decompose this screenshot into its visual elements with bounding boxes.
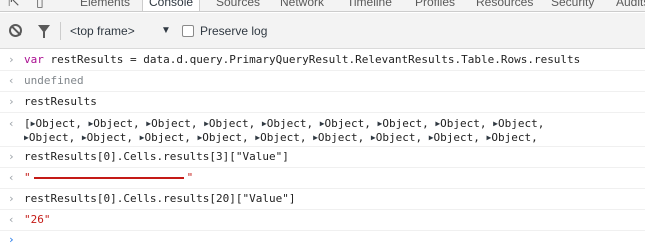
result-chevron-icon: ‹ — [8, 213, 15, 226]
expand-triangle-icon[interactable]: ▶ — [31, 119, 36, 128]
object-preview[interactable]: Object, — [151, 117, 204, 130]
console-result-line: ‹ undefined — [0, 71, 645, 92]
command-text[interactable]: restResults — [24, 95, 97, 108]
quote-close: " — [186, 171, 194, 184]
expand-triangle-icon[interactable]: ▶ — [262, 119, 267, 128]
object-array-row-2[interactable]: ▶Object, ▶Object, ▶Object, ▶Object, ▶Obj… — [24, 131, 538, 144]
object-preview[interactable]: Object, — [35, 117, 88, 130]
prompt-chevron-icon: › — [8, 53, 15, 66]
expand-triangle-icon[interactable]: ▶ — [197, 133, 202, 142]
object-preview[interactable]: Object, — [29, 131, 82, 144]
tab-timeline[interactable]: Timeline — [347, 0, 392, 11]
tab-network[interactable]: Network — [280, 0, 324, 11]
console-toolbar: <top frame> ▼ Preserve log — [0, 13, 645, 49]
keyword: var — [24, 53, 44, 66]
object-preview[interactable]: Object, — [144, 131, 197, 144]
tab-sources[interactable]: Sources — [216, 0, 260, 11]
tab-audits[interactable]: Audits — [616, 0, 645, 11]
tab-profiles[interactable]: Profiles — [415, 0, 455, 11]
console-result-line: ‹ " " — [0, 168, 645, 189]
redaction-mark — [33, 177, 184, 179]
expand-triangle-icon[interactable]: ▶ — [435, 119, 440, 128]
object-preview[interactable]: Object, — [325, 117, 378, 130]
expand-triangle-icon[interactable]: ▶ — [429, 133, 434, 142]
object-preview[interactable]: Object, — [260, 131, 313, 144]
result-chevron-icon: ‹ — [8, 117, 15, 130]
expand-triangle-icon[interactable]: ▶ — [371, 133, 376, 142]
device-mode-icon[interactable]: ▯ — [36, 0, 44, 10]
console-input-line: › restResults — [0, 92, 645, 113]
console-result-line: ‹ "26" — [0, 210, 645, 231]
clear-console-icon[interactable] — [9, 24, 22, 37]
object-preview[interactable]: Object, — [382, 117, 435, 130]
command-code: restResults = data.d.query.PrimaryQueryR… — [43, 53, 581, 66]
console-prompt-line[interactable]: › — [0, 231, 645, 245]
prompt-chevron-icon: › — [8, 150, 15, 163]
tab-resources[interactable]: Resources — [476, 0, 533, 11]
expand-triangle-icon[interactable]: ▶ — [487, 133, 492, 142]
result-value: undefined — [24, 74, 84, 87]
frame-select[interactable]: <top frame> — [70, 24, 135, 38]
expand-triangle-icon[interactable]: ▶ — [255, 133, 260, 142]
result-chevron-icon: ‹ — [8, 171, 15, 184]
toolbar-divider — [60, 22, 61, 40]
object-preview[interactable]: Object, — [491, 131, 537, 144]
expand-triangle-icon[interactable]: ▶ — [146, 119, 151, 128]
prompt-chevron-icon: › — [8, 192, 15, 205]
inspect-element-icon[interactable]: ⇱ — [8, 0, 20, 10]
redacted-string-value: " " — [24, 171, 193, 184]
expand-triangle-icon[interactable]: ▶ — [320, 119, 325, 128]
quote-open: " — [24, 171, 31, 184]
expand-triangle-icon[interactable]: ▶ — [88, 119, 93, 128]
command-text[interactable]: restResults[0].Cells.results[20]["Value"… — [24, 192, 296, 205]
expand-triangle-icon[interactable]: ▶ — [140, 133, 145, 142]
command-text[interactable]: restResults[0].Cells.results[3]["Value"] — [24, 150, 289, 163]
object-preview[interactable]: Object, — [267, 117, 320, 130]
filter-icon[interactable] — [38, 25, 50, 38]
console-input-line: › restResults[0].Cells.results[20]["Valu… — [0, 189, 645, 210]
object-preview[interactable]: Object, — [209, 117, 262, 130]
preserve-log-checkbox[interactable] — [182, 25, 194, 37]
object-preview[interactable]: Object, — [498, 117, 544, 130]
tab-console[interactable]: Console — [142, 0, 201, 11]
devtools-tab-strip: ⇱ ▯ Elements Console Sources Network Tim… — [0, 0, 645, 12]
tab-security[interactable]: Security — [551, 0, 594, 11]
object-preview[interactable]: Object, — [87, 131, 140, 144]
array-open-bracket: [ — [24, 117, 31, 130]
expand-triangle-icon[interactable]: ▶ — [204, 119, 209, 128]
preserve-log-label[interactable]: Preserve log — [200, 24, 267, 38]
expand-triangle-icon[interactable]: ▶ — [82, 133, 87, 142]
object-preview[interactable]: Object, — [440, 117, 493, 130]
object-preview[interactable]: Object, — [318, 131, 371, 144]
expand-triangle-icon[interactable]: ▶ — [24, 133, 29, 142]
console-input-line: › restResults[0].Cells.results[3]["Value… — [0, 147, 645, 168]
expand-triangle-icon[interactable]: ▶ — [378, 119, 383, 128]
console-input-line: › var restResults = data.d.query.Primary… — [0, 50, 645, 71]
result-value: "26" — [24, 213, 51, 226]
prompt-chevron-icon: › — [8, 233, 15, 245]
result-chevron-icon: ‹ — [8, 74, 15, 87]
prompt-chevron-icon: › — [8, 95, 15, 108]
expand-triangle-icon[interactable]: ▶ — [493, 119, 498, 128]
object-preview[interactable]: Object, — [202, 131, 255, 144]
console-array-result[interactable]: ‹ [▶Object, ▶Object, ▶Object, ▶Object, ▶… — [0, 113, 645, 147]
object-preview[interactable]: Object, — [93, 117, 146, 130]
dropdown-arrow-icon[interactable]: ▼ — [161, 25, 171, 36]
command-text[interactable]: var restResults = data.d.query.PrimaryQu… — [24, 53, 580, 66]
tab-elements[interactable]: Elements — [80, 0, 130, 11]
object-preview[interactable]: Object, — [376, 131, 429, 144]
expand-triangle-icon[interactable]: ▶ — [313, 133, 318, 142]
object-array-row-1[interactable]: [▶Object, ▶Object, ▶Object, ▶Object, ▶Ob… — [24, 117, 544, 130]
object-preview[interactable]: Object, — [434, 131, 487, 144]
